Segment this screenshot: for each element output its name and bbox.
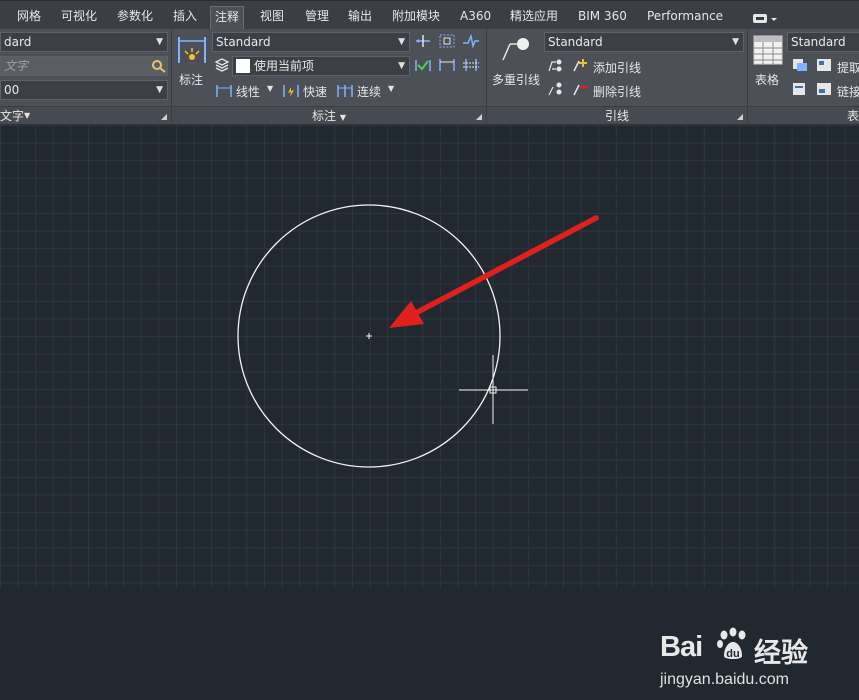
chevron-down-icon[interactable]: ▼	[388, 84, 394, 93]
dimension-button[interactable]: 标注	[176, 33, 208, 93]
remove-leader-icon[interactable]	[571, 81, 589, 101]
text-height-dropdown[interactable]: 00 ▼	[0, 80, 168, 100]
multileader-icon	[502, 38, 529, 61]
table-button-label: 表格	[755, 73, 780, 87]
table-panel-title[interactable]: 表	[748, 106, 859, 124]
multileader-button[interactable]: 多重引线	[490, 33, 542, 93]
dim-style-value: Standard	[216, 35, 271, 49]
chevron-down-icon: ▼	[156, 85, 163, 95]
data-link-icon[interactable]	[791, 57, 809, 77]
dim-style-dropdown[interactable]: Standard ▼	[212, 32, 410, 52]
dialog-launcher-icon[interactable]: ◢	[476, 108, 482, 126]
continue-dimension-label[interactable]: 连续	[357, 83, 381, 100]
crosshair-cursor-icon	[459, 355, 528, 424]
dimension-icon	[178, 37, 206, 63]
dialog-launcher-icon[interactable]: ◢	[161, 108, 167, 126]
watermark-product: 经验	[754, 638, 808, 669]
chevron-down-icon: ▼	[732, 37, 739, 47]
drawing-canvas[interactable]: Bai du 经验 jingyan.baidu.com	[0, 125, 859, 688]
chevron-down-icon: ▼	[156, 37, 163, 47]
ribbon-panel-area: dard ▼ 文字 00 ▼ 文字 ▼ ◢ 标注 Standard ▼ 使用当前…	[0, 29, 859, 125]
layer-icon[interactable]	[214, 57, 230, 77]
tab-view[interactable]: 视图	[260, 7, 284, 25]
linear-dimension-label[interactable]: 线性	[236, 83, 260, 100]
text-height-value: 00	[4, 83, 20, 97]
tab-mesh[interactable]: 网格	[17, 7, 41, 25]
jog-line-icon[interactable]	[462, 33, 480, 53]
ribbon-tab-bar: 网格 可视化 参数化 插入 注释 视图 管理 输出 附加模块 A360 精选应用…	[0, 0, 859, 30]
dimension-panel-title[interactable]: 标注 ▼ ◢	[172, 106, 486, 124]
text-style-value: dard	[4, 35, 32, 49]
table-panel-label: 表	[846, 109, 859, 123]
find-replace-icon[interactable]	[151, 58, 167, 75]
watermark-brand: Bai	[660, 631, 703, 663]
linear-dimension-icon[interactable]	[215, 83, 233, 103]
text-style-dropdown[interactable]: dard ▼	[0, 32, 168, 52]
dimension-button-label: 标注	[179, 73, 204, 87]
table-button[interactable]: 表格	[751, 33, 785, 93]
tab-a360[interactable]: A360	[460, 7, 491, 25]
tab-performance[interactable]: Performance	[647, 7, 723, 25]
tab-annotate[interactable]: 注释	[210, 6, 245, 30]
add-leader-label[interactable]: 添加引线	[593, 59, 641, 76]
continue-dimension-icon[interactable]	[336, 83, 354, 103]
watermark-brand-suffix: du	[726, 648, 739, 660]
oblique-icon[interactable]	[438, 57, 456, 77]
chevron-down-icon: ▼	[398, 61, 405, 71]
baidu-paw-icon: du	[717, 627, 746, 660]
drawing-svg	[237, 204, 599, 468]
chevron-down-icon[interactable]: ▼	[267, 84, 273, 93]
color-swatch	[236, 59, 250, 73]
leader-panel-label: 引线	[604, 109, 629, 123]
tab-visualize[interactable]: 可视化	[61, 7, 97, 25]
red-arrow-annotation	[389, 215, 599, 328]
tab-addins[interactable]: 附加模块	[392, 7, 440, 25]
dimension-panel-label: 标注	[312, 109, 337, 123]
baidu-jingyan-watermark: Bai du 经验 jingyan.baidu.com	[656, 620, 856, 700]
chevron-down-icon: ▼	[398, 37, 405, 47]
break-icon[interactable]	[414, 57, 432, 77]
dialog-launcher-icon[interactable]: ◢	[737, 108, 743, 126]
leader-style-value: Standard	[548, 35, 603, 49]
extract-data-icon[interactable]	[815, 57, 833, 77]
add-leader-icon[interactable]	[571, 57, 589, 77]
adjust-space-icon[interactable]	[414, 33, 432, 53]
find-text-placeholder: 文字	[4, 59, 29, 73]
table-style-value: Standard	[791, 35, 846, 49]
tab-manage[interactable]: 管理	[305, 7, 329, 25]
text-panel-label: 文字	[0, 109, 25, 123]
leader-style-dropdown[interactable]: Standard ▼	[544, 32, 744, 52]
align-leader-icon[interactable]	[546, 57, 564, 77]
tab-parametric[interactable]: 参数化	[117, 7, 153, 25]
multileader-button-label: 多重引线	[492, 73, 541, 87]
tab-insert[interactable]: 插入	[173, 7, 197, 25]
tab-bim360[interactable]: BIM 360	[578, 7, 627, 25]
find-text-input[interactable]: 文字	[0, 56, 168, 76]
watermark-url: jingyan.baidu.com	[660, 671, 789, 688]
quick-dimension-icon[interactable]	[282, 83, 300, 103]
tab-output[interactable]: 输出	[348, 7, 372, 25]
link-data-icon[interactable]	[815, 81, 833, 101]
collect-leader-icon[interactable]	[546, 81, 564, 101]
tab-featured-apps[interactable]: 精选应用	[510, 7, 558, 25]
leader-panel-title[interactable]: 引线 ◢	[487, 106, 747, 124]
chevron-down-icon: ▼	[24, 111, 31, 120]
table-style-dropdown[interactable]: Standard	[787, 32, 859, 52]
extract-data-label[interactable]: 提取	[837, 59, 859, 76]
table-icon	[753, 35, 783, 65]
baseline-icon[interactable]	[462, 57, 480, 77]
download-icon[interactable]	[791, 81, 809, 101]
link-data-label[interactable]: 链接	[837, 83, 859, 100]
inspect-icon[interactable]	[438, 33, 456, 53]
text-panel-title[interactable]: 文字 ▼ ◢	[0, 106, 171, 124]
dim-layer-dropdown[interactable]: 使用当前项 ▼	[232, 56, 410, 76]
workspace-toggle-icon[interactable]	[752, 10, 778, 29]
circle-center-mark	[366, 333, 372, 339]
chevron-down-icon: ▼	[339, 113, 346, 122]
remove-leader-label[interactable]: 删除引线	[593, 83, 641, 100]
dim-layer-value: 使用当前项	[254, 59, 315, 73]
quick-dimension-label[interactable]: 快速	[303, 83, 327, 100]
